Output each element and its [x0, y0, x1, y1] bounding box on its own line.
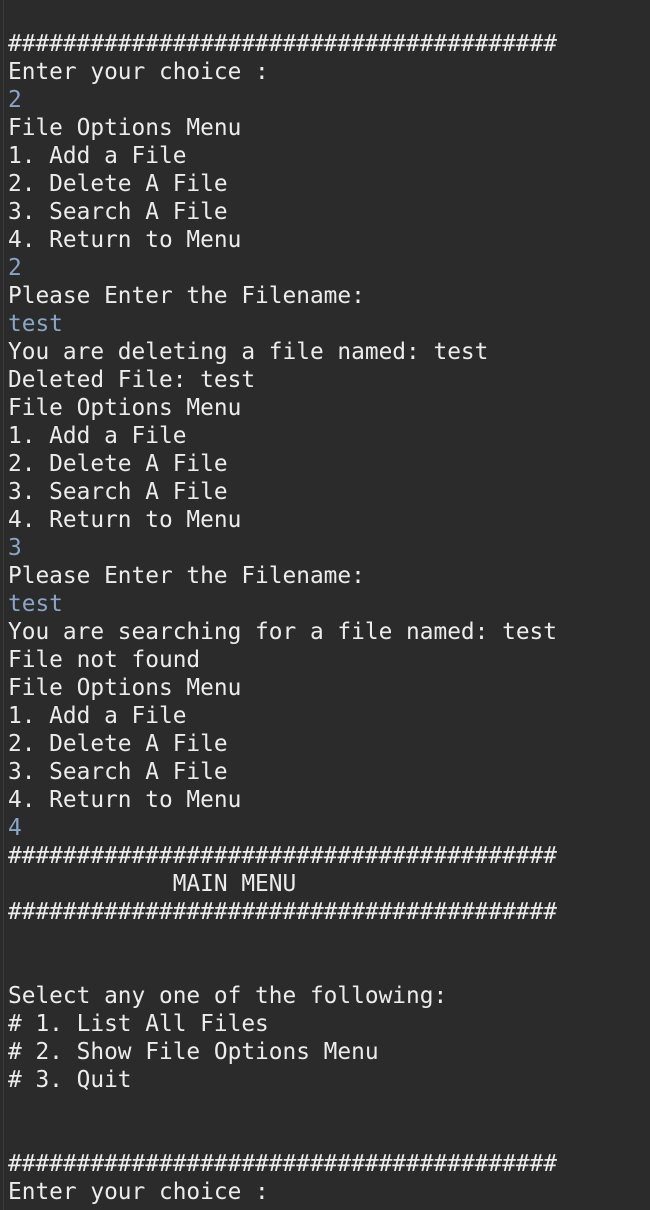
console-output-line: File Options Menu: [8, 395, 242, 421]
console-user-input-line: test: [8, 591, 63, 617]
console-output-line: Deleted File: test: [8, 367, 256, 393]
console-output-line: File not found: [8, 647, 201, 673]
console-separator-line: ########################################: [8, 31, 557, 57]
console-output-line: Enter your choice :: [8, 59, 269, 85]
console-output-line: You are deleting a file named: test: [8, 339, 489, 365]
console-output-line: 3. Search A File: [8, 479, 228, 505]
console-user-input-line: 2: [8, 87, 22, 113]
console-separator-line: ########################################: [8, 843, 557, 869]
console-output-line: File Options Menu: [8, 115, 242, 141]
console-output-line: Select any one of the following:: [8, 983, 448, 1009]
console-output-panel: ########################################…: [3, 0, 650, 1210]
console-output-line: You are searching for a file named: test: [8, 619, 557, 645]
console-output-line: 2. Delete A File: [8, 171, 228, 197]
console-output-line: 3. Search A File: [8, 199, 228, 225]
console-output-line: # 2. Show File Options Menu: [8, 1039, 379, 1065]
console-output-line: # 3. Quit: [8, 1067, 132, 1093]
console-output-line: MAIN MENU: [8, 871, 297, 897]
console-lines: ########################################…: [8, 30, 557, 1206]
console-output-line: 4. Return to Menu: [8, 227, 242, 253]
console-output-line: 1. Add a File: [8, 703, 187, 729]
console-output-line: File Options Menu: [8, 675, 242, 701]
console-output-line: Please Enter the Filename:: [8, 283, 365, 309]
console-output-line: Enter your choice :: [8, 1179, 269, 1205]
console-output-line: 1. Add a File: [8, 143, 187, 169]
console-separator-line: ########################################: [8, 1151, 557, 1177]
console-output-line: 2. Delete A File: [8, 451, 228, 477]
console-separator-line: ########################################: [8, 899, 557, 925]
console-user-input-line: test: [8, 311, 63, 337]
console-output-line: 1. Add a File: [8, 423, 187, 449]
console-output-line: 4. Return to Menu: [8, 507, 242, 533]
console-output-line: 2. Delete A File: [8, 731, 228, 757]
console-user-input-line: 4: [8, 815, 22, 841]
console-output-line: # 1. List All Files: [8, 1011, 269, 1037]
console-user-input-line: 3: [8, 535, 22, 561]
console-output-line: Please Enter the Filename:: [8, 563, 365, 589]
console-user-input-line: 2: [8, 255, 22, 281]
console-output-line: 4. Return to Menu: [8, 787, 242, 813]
console-output-line: 3. Search A File: [8, 759, 228, 785]
